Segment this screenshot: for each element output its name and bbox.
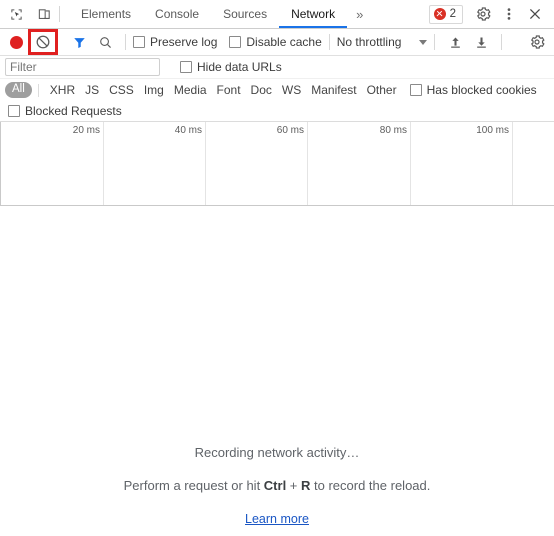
timeline-left-edge [0, 122, 1, 205]
inspect-cursor-icon[interactable] [7, 5, 26, 24]
toolbar-divider-3 [434, 34, 436, 50]
tabbar-left-icons [0, 0, 59, 28]
error-count-label: 2 [449, 8, 456, 20]
network-timeline-overview[interactable]: 20 ms 40 ms 60 ms 80 ms 100 ms [0, 122, 554, 206]
error-circle-icon [433, 8, 446, 20]
tab-console-label: Console [155, 7, 200, 21]
blocked-requests-row: Blocked Requests [0, 101, 554, 122]
network-toolbar: Preserve log Disable cache No throttling [0, 29, 554, 56]
filter-funnel-icon[interactable] [66, 31, 92, 53]
network-empty-state: Recording network activity… Perform a re… [0, 206, 554, 536]
empty-state-instruction: Perform a request or hit Ctrl + R to rec… [0, 478, 554, 493]
filter-input[interactable] [5, 58, 160, 76]
more-vertical-icon[interactable] [497, 2, 521, 26]
tab-network-label: Network [291, 7, 336, 21]
timeline-gridline [307, 122, 308, 205]
devtools-tabbar: Elements Console Sources Network » 2 [0, 0, 554, 29]
timeline-gridline [103, 122, 104, 205]
shortcut-plus: + [286, 478, 302, 493]
tabbar-right-controls: 2 [428, 0, 554, 28]
empty-state-content: Recording network activity… Perform a re… [0, 445, 554, 528]
hide-data-urls-checkbox[interactable]: Hide data URLs [180, 60, 282, 74]
instruction-pre: Perform a request or hit [123, 478, 264, 493]
type-filter-xhr[interactable]: XHR [45, 83, 80, 97]
hide-data-urls-label: Hide data URLs [197, 60, 282, 74]
resource-type-filters: All XHR JS CSS Img Media Font Doc WS Man… [0, 79, 554, 101]
type-filter-doc[interactable]: Doc [246, 83, 277, 97]
devtools-network-panel: Elements Console Sources Network » 2 Pre… [0, 0, 554, 536]
shortcut-key-ctrl: Ctrl [263, 478, 287, 493]
type-filter-other[interactable]: Other [362, 83, 402, 97]
blocked-requests-checkbox[interactable]: Blocked Requests [8, 104, 122, 118]
timeline-gridline [205, 122, 206, 205]
tab-network[interactable]: Network [279, 0, 348, 28]
export-har-icon[interactable] [468, 31, 494, 53]
chevron-down-icon [419, 39, 428, 45]
import-har-icon[interactable] [442, 31, 468, 53]
recording-status-text: Recording network activity… [194, 445, 360, 460]
devtools-tabs: Elements Console Sources Network » [60, 0, 372, 28]
tab-console[interactable]: Console [143, 0, 211, 28]
type-filter-js[interactable]: JS [80, 83, 104, 97]
type-filter-img[interactable]: Img [139, 83, 169, 97]
learn-more-link[interactable]: Learn more [245, 512, 309, 526]
timeline-tick-label: 40 ms [174, 125, 202, 136]
has-blocked-cookies-checkbox[interactable]: Has blocked cookies [409, 83, 537, 97]
type-filter-ws[interactable]: WS [277, 83, 306, 97]
preserve-log-checkbox-box [133, 36, 145, 48]
throttling-dropdown[interactable]: No throttling [337, 35, 428, 49]
blocked-requests-checkbox-box [8, 105, 20, 117]
toolbar-divider-1 [125, 34, 126, 50]
tab-elements[interactable]: Elements [69, 0, 143, 28]
type-filter-media[interactable]: Media [169, 83, 212, 97]
type-filter-font[interactable]: Font [212, 83, 246, 97]
tab-sources-label: Sources [223, 7, 268, 21]
preserve-log-checkbox[interactable]: Preserve log [133, 35, 217, 49]
blocked-requests-label: Blocked Requests [25, 104, 122, 118]
preserve-log-label: Preserve log [150, 35, 218, 49]
record-button-icon[interactable] [6, 32, 26, 52]
timeline-gridline [512, 122, 513, 205]
has-blocked-cookies-checkbox-box [409, 84, 422, 96]
network-settings-gear-icon[interactable] [524, 31, 550, 53]
tab-sources[interactable]: Sources [211, 0, 279, 28]
disable-cache-label: Disable cache [246, 35, 322, 49]
more-tabs-icon[interactable]: » [347, 0, 372, 28]
toolbar-divider-4 [501, 34, 503, 50]
disable-cache-checkbox[interactable]: Disable cache [229, 35, 322, 49]
timeline-tick-label: 20 ms [72, 125, 100, 136]
timeline-gridline [410, 122, 411, 205]
search-icon[interactable] [92, 31, 118, 53]
has-blocked-cookies-label: Has blocked cookies [426, 83, 537, 97]
type-filter-manifest[interactable]: Manifest [306, 83, 361, 97]
close-icon[interactable] [523, 2, 547, 26]
type-filter-all[interactable]: All [5, 82, 32, 98]
more-tabs-label: » [356, 6, 364, 22]
gear-icon[interactable] [471, 2, 495, 26]
device-toolbar-icon[interactable] [35, 5, 54, 24]
hide-data-urls-checkbox-box [180, 61, 192, 73]
timeline-tick-label: 100 ms [476, 125, 509, 136]
filter-row: Hide data URLs [0, 56, 554, 79]
timeline-tick-label: 80 ms [379, 125, 407, 136]
throttling-label: No throttling [336, 35, 402, 49]
error-count-badge[interactable]: 2 [428, 4, 463, 24]
tab-elements-label: Elements [81, 7, 132, 21]
toolbar-divider-2 [328, 34, 330, 50]
type-filter-css[interactable]: CSS [104, 83, 139, 97]
type-filter-divider [37, 83, 39, 97]
disable-cache-checkbox-box [229, 36, 242, 48]
timeline-tick-label: 60 ms [276, 125, 304, 136]
instruction-post: to record the reload. [310, 478, 431, 493]
shortcut-key-r: R [301, 478, 311, 493]
clear-button[interactable] [28, 29, 58, 55]
